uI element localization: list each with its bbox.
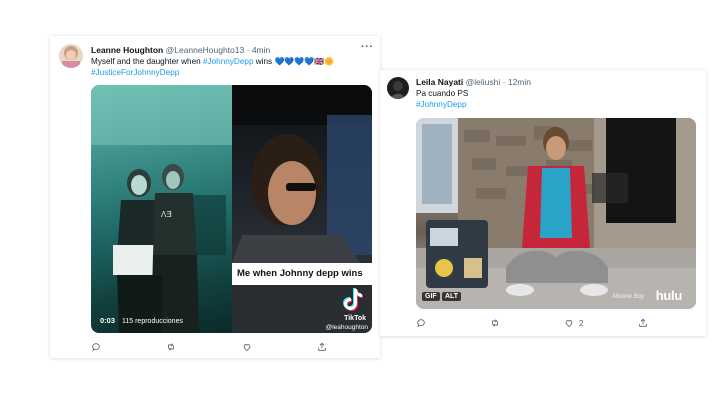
timestamp[interactable]: 12min [508, 77, 531, 87]
tiktok-username: @leahoughton [325, 324, 368, 331]
video-caption: Me when Johnny depp wins [232, 263, 372, 285]
like-count: 2 [579, 318, 584, 328]
tweet-text-prefix: Myself and the daughter when [91, 57, 203, 66]
display-name[interactable]: Leanne Houghton [91, 45, 163, 55]
studio-watermark: Moonie Boy [612, 294, 644, 300]
timestamp[interactable]: 4min [252, 45, 270, 55]
hashtag-link[interactable]: #JohnnyDepp [203, 57, 254, 66]
reply-icon [417, 319, 425, 328]
display-name[interactable]: Leila Nayati [416, 77, 463, 87]
gif-media[interactable]: GIF ALT Moonie Boy hulu [416, 118, 696, 309]
gif-badge[interactable]: GIF [422, 292, 440, 301]
tiktok-icon [342, 287, 364, 313]
like-button[interactable]: 2 [564, 318, 583, 328]
share-button[interactable] [317, 342, 327, 352]
more-icon[interactable]: ··· [361, 41, 374, 53]
video-views: 115 reproducciones [122, 318, 183, 325]
reply-button[interactable] [416, 318, 426, 328]
share-button[interactable] [638, 318, 648, 328]
tiktok-wordmark: TikTok [344, 315, 366, 322]
share-icon [639, 318, 647, 327]
tweet-actions: 2 [416, 318, 696, 330]
video-frame-left: ΛƎ [91, 85, 232, 333]
tweet-card-leanne[interactable]: Leanne Houghton @LeanneHoughto13 · 4min … [50, 36, 380, 358]
tiktok-video[interactable]: ΛƎ Me when Johnny depp wins 0:03 115 rep… [91, 85, 372, 333]
like-icon [565, 320, 573, 327]
tweet-actions [91, 342, 372, 354]
hulu-watermark: hulu [655, 288, 683, 303]
retweet-button[interactable] [166, 342, 176, 352]
hashtag-link[interactable]: #JusticeForJohnnyDepp [91, 67, 179, 79]
video-duration: 0:03 [100, 316, 116, 325]
alt-badge[interactable]: ALT [442, 292, 462, 301]
separator-dot: · [502, 77, 506, 87]
tweet-text-suffix: wins [253, 57, 275, 66]
retweet-icon [492, 319, 498, 327]
gif-frame [416, 118, 696, 309]
retweet-button[interactable] [490, 318, 500, 328]
avatar[interactable] [59, 44, 83, 68]
svg-text:ΛƎ: ΛƎ [161, 210, 172, 219]
tweet-header: Leila Nayati @leliushi · 12min [416, 77, 531, 87]
video-caption-text: Me when Johnny depp wins [237, 268, 363, 279]
hashtag-link[interactable]: #JohnnyDepp [416, 99, 467, 111]
retweet-icon [168, 343, 174, 351]
reply-icon [92, 343, 100, 352]
share-icon [318, 342, 326, 351]
tweet-card-leila[interactable]: Leila Nayati @leliushi · 12min Pa cuando… [380, 70, 706, 336]
reply-button[interactable] [91, 342, 101, 352]
handle[interactable]: @leliushi [466, 77, 501, 87]
tweet-header: Leanne Houghton @LeanneHoughto13 · 4min [91, 45, 270, 55]
separator-dot: · [246, 45, 250, 55]
avatar[interactable] [387, 77, 409, 99]
like-button[interactable] [242, 342, 252, 352]
emoji-text: 💙💙💙💙🇬🇧🌼 [274, 57, 335, 66]
handle[interactable]: @LeanneHoughto13 [166, 45, 245, 55]
like-icon [243, 344, 251, 351]
